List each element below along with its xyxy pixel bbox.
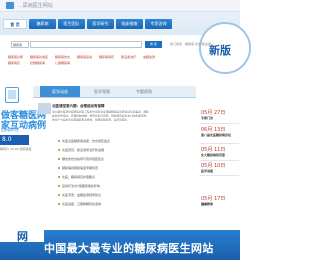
- search-button[interactable]: 搜 索: [145, 41, 162, 48]
- event-date-3: 05月 11日: [201, 147, 226, 153]
- list-bullet-icon: [58, 194, 60, 196]
- red-link-4[interactable]: 糖尿病运动: [77, 55, 92, 59]
- article-title[interactable]: 北医课堂第六期：合理运动有保障: [52, 104, 105, 109]
- nav-tab-4[interactable]: 临床指南: [116, 19, 143, 29]
- tab-special-topic[interactable]: 专题视角: [124, 86, 164, 97]
- new-version-badge[interactable]: 新版: [199, 22, 251, 74]
- article-line-1: 第六期北医课堂将邀请北医三院内分泌科专家讲解糖尿病患者运动注意事项，帮助: [52, 110, 149, 113]
- red-link-7[interactable]: 血糖监测: [143, 55, 155, 59]
- site-logo-icon[interactable]: [6, 2, 14, 9]
- list-bullet-icon: [58, 140, 60, 142]
- footer-slogan: 中国最大最专业的糖尿病医生网站: [44, 242, 214, 255]
- divider: [199, 143, 239, 144]
- list-item[interactable]: 北医研究：胰岛素泵治疗新进展: [62, 148, 104, 152]
- divider: [199, 160, 239, 161]
- red-link-6[interactable]: 胰岛素治疗: [121, 55, 136, 59]
- hot-search-label: 热门搜索：糖尿病 饮食 胰岛素: [170, 42, 211, 46]
- list-bullet-icon: [58, 203, 60, 205]
- event-text-2[interactable]: 第八届北医糖尿病论坛: [201, 133, 231, 137]
- list-item[interactable]: 北医专家：血糖监测频率建议: [62, 193, 101, 197]
- event-text-1[interactable]: 专家门诊: [201, 116, 213, 120]
- search-input[interactable]: [30, 41, 142, 48]
- red-link-8[interactable]: 糖尿病足: [8, 61, 20, 65]
- search-category-select[interactable]: 糖尿病: [11, 41, 29, 48]
- list-item[interactable]: 糖尿病视网膜病变早期筛查: [62, 166, 98, 170]
- list-item[interactable]: 北医：糖尿病足护理要点: [62, 175, 95, 179]
- badge-text: 新版: [209, 44, 231, 57]
- event-date-4: 05月 10日: [201, 163, 226, 169]
- red-link-9[interactable]: 妊娠糖尿病: [30, 61, 45, 65]
- nav-tab-2[interactable]: 医生团队: [58, 19, 85, 29]
- nav-tab-3[interactable]: 医学研究: [87, 19, 114, 29]
- event-text-5[interactable]: 健康教育: [201, 202, 213, 206]
- site-title: ...尿病医生网站: [18, 3, 53, 9]
- red-link-2[interactable]: 糖尿病并发症: [30, 55, 48, 59]
- mobile-phone-icon: [5, 87, 19, 103]
- list-item[interactable]: 糖友的饮食指导与营养搭配建议: [62, 157, 104, 161]
- red-link-1[interactable]: 糖尿病诊断: [8, 55, 23, 59]
- event-text-3[interactable]: 北大糖尿病研究室: [201, 153, 225, 157]
- event-date-2: 06月 13日: [201, 127, 226, 133]
- tab-medical-video[interactable]: 医学视频: [82, 86, 122, 97]
- list-item[interactable]: 北医讲座：口服降糖药的选择: [62, 202, 101, 206]
- nav-home-label: 首 页: [10, 22, 20, 27]
- article-line-2: 病友科学运动、合理控制血糖，降低并发症风险，同时解答病友关心的各类问题。: [52, 114, 149, 117]
- event-text-4[interactable]: 医学讲座: [201, 169, 213, 173]
- nav-tab-5[interactable]: 专家咨询: [145, 19, 172, 29]
- event-date-1: 05月 27日: [201, 110, 226, 116]
- divider: [199, 175, 239, 176]
- red-link-5[interactable]: 糖尿病用药: [99, 55, 114, 59]
- footer-logo-text: 网: [17, 230, 28, 243]
- article-line-3: 欢迎广大病友及家属踊跃报名参加，现场名额有限，请尽早报名。: [52, 118, 130, 121]
- red-link-3[interactable]: 糖尿病饮食: [55, 55, 70, 59]
- left-banner-subtext: 每周六 18.00 视频讲座: [0, 147, 32, 151]
- list-bullet-icon: [58, 158, 60, 160]
- list-item[interactable]: 北医北医糖尿病讲座：饮食误区盘点: [62, 139, 110, 143]
- red-link-10[interactable]: 儿童糖尿病: [55, 61, 70, 65]
- footer-logo[interactable]: 网: [0, 228, 44, 243]
- event-date-5: 05月 17日: [201, 196, 226, 202]
- list-bullet-icon: [58, 149, 60, 151]
- list-bullet-icon: [58, 185, 60, 187]
- left-banner-tag[interactable]: 8.0: [0, 135, 29, 145]
- nav-tab-1[interactable]: 糖尿病: [29, 19, 56, 29]
- article-thumbnail[interactable]: [38, 103, 51, 114]
- tab-medical-news[interactable]: 医学动态: [40, 86, 80, 97]
- left-tag-text: 8.0: [2, 136, 12, 143]
- list-bullet-icon: [58, 176, 60, 178]
- list-item[interactable]: 运动疗法对2型糖尿病的影响: [62, 184, 100, 188]
- left-banner-line3[interactable]: 互动病例讨论: [1, 128, 19, 132]
- nav-home-button[interactable]: 首 页: [3, 19, 27, 29]
- divider: [199, 123, 239, 124]
- list-bullet-icon: [58, 167, 60, 169]
